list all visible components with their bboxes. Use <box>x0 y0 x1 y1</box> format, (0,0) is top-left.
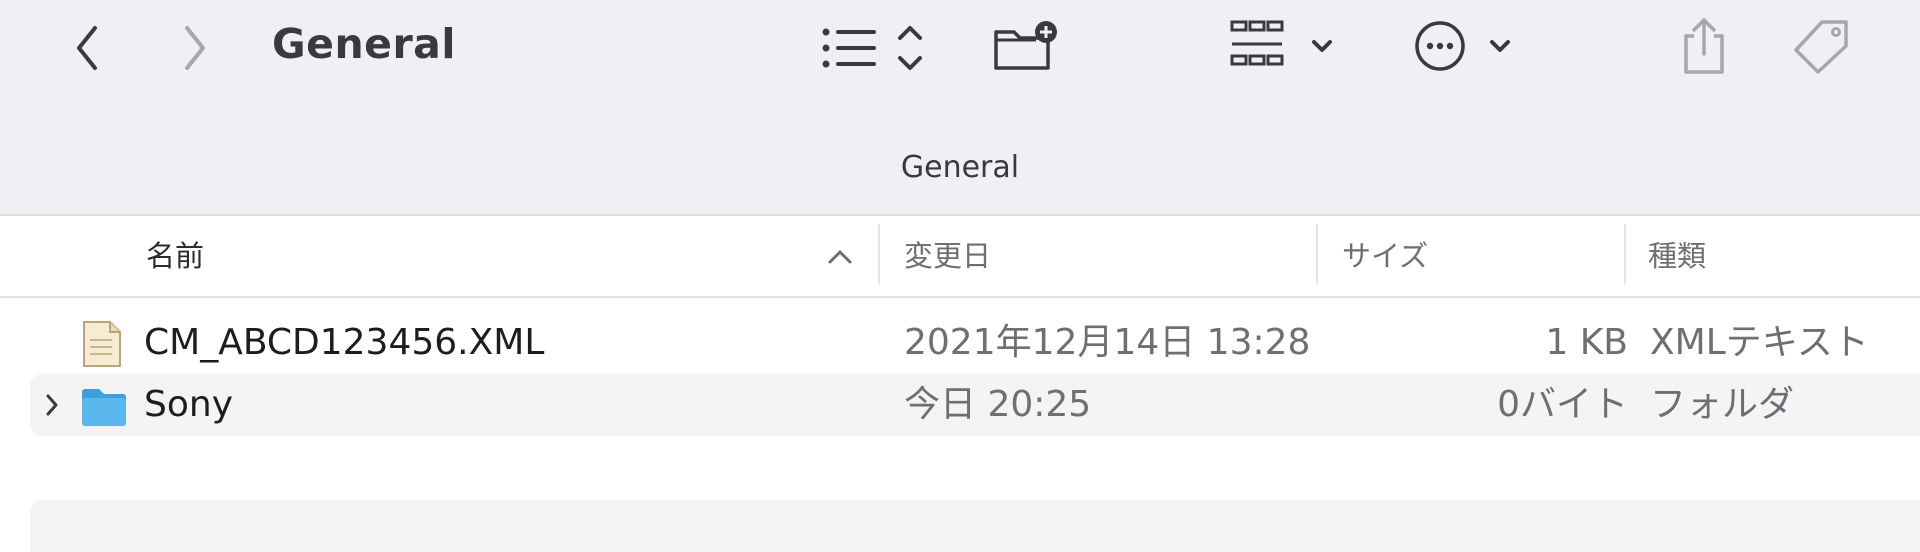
column-separator[interactable] <box>878 224 880 284</box>
action-menu-button[interactable] <box>1412 16 1520 76</box>
sort-ascending-icon[interactable] <box>826 246 854 266</box>
disclosure-chevron-icon[interactable] <box>44 392 60 418</box>
tag-icon <box>1794 20 1848 74</box>
column-date-header[interactable]: 変更日 <box>904 234 991 278</box>
file-kind: XMLテキスト <box>1650 322 1869 363</box>
folder-kind: フォルダ <box>1650 384 1795 425</box>
folder-size: 0バイト <box>1497 384 1628 425</box>
ellipsis-circle-icon <box>1415 21 1510 71</box>
toolbar: General General <box>0 0 1920 216</box>
back-button[interactable] <box>58 18 118 78</box>
column-size-header[interactable]: サイズ <box>1342 234 1428 278</box>
column-separator[interactable] <box>1624 224 1626 284</box>
empty-row <box>30 500 1920 552</box>
folder-date: 今日 20:25 <box>904 384 1092 425</box>
column-kind-header[interactable]: 種類 <box>1648 234 1706 278</box>
path-title: General <box>900 150 1020 185</box>
share-button[interactable] <box>1676 14 1732 78</box>
folder-row[interactable]: Sony 今日 20:25 0バイト フォルダ <box>30 374 1920 436</box>
chevron-left-icon <box>77 26 97 70</box>
file-name: CM_ABCD123456.XML <box>144 322 545 363</box>
folder-icon <box>82 389 126 426</box>
chevron-right-icon <box>185 26 205 70</box>
folder-add-icon <box>994 21 1057 70</box>
share-icon <box>1684 18 1724 74</box>
window-title: General <box>272 20 456 68</box>
new-folder-button[interactable] <box>992 16 1062 76</box>
grid-group-icon <box>1230 20 1332 66</box>
file-row[interactable]: CM_ABCD123456.XML 2021年12月14日 13:28 1 KB… <box>30 312 1920 374</box>
group-button[interactable] <box>1228 16 1340 76</box>
column-separator[interactable] <box>1316 224 1318 284</box>
file-size: 1 KB <box>1545 322 1628 363</box>
column-name-header[interactable]: 名前 <box>146 234 204 278</box>
list-view-icon <box>822 26 922 70</box>
column-header: 名前 変更日 サイズ 種類 <box>0 216 1920 298</box>
view-mode-button[interactable] <box>818 18 936 78</box>
folder-name: Sony <box>144 384 233 425</box>
file-date: 2021年12月14日 13:28 <box>904 322 1311 363</box>
forward-button[interactable] <box>164 18 224 78</box>
tag-button[interactable] <box>1792 16 1858 76</box>
xml-document-icon <box>83 321 121 367</box>
